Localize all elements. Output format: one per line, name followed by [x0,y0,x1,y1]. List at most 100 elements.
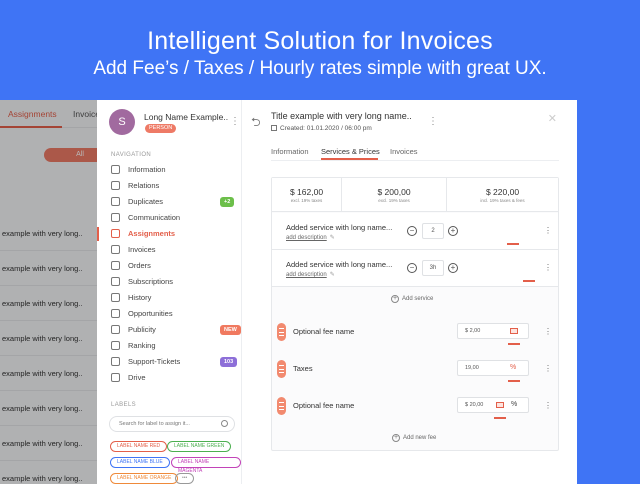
sidebar-item-duplicates[interactable]: Duplicates +2 [97,194,242,210]
modal-backdrop[interactable] [0,100,110,484]
sidebar-item-opportunities[interactable]: Opportunities [97,306,242,322]
quantity-decrease-button[interactable]: − [407,226,417,236]
sidebar-item-ranking[interactable]: Ranking [97,338,242,354]
fee-menu-icon[interactable]: ⋮ [544,327,552,336]
communication-icon [111,213,120,222]
sidebar-item-label: History [128,293,152,302]
total-net: $ 162,00 excl. 19% taxes [272,178,341,212]
contact-menu-icon[interactable]: ⋮ [230,117,240,127]
sidebar-item-orders[interactable]: Orders [97,258,242,274]
hero-banner: Intelligent Solution for Invoices Add Fe… [0,0,640,100]
sidebar-item-invoices[interactable]: Invoices [97,242,242,258]
fee-value-input[interactable]: $ 20,00% [457,397,529,413]
selected-mode-indicator [523,280,535,282]
service-menu-icon[interactable]: ⋮ [544,263,552,272]
back-arrow-icon[interactable]: ⮌ [251,113,261,134]
sidebar-item-drive[interactable]: Drive [97,370,242,386]
fee-menu-icon[interactable]: ⋮ [544,364,552,373]
sidebar-item-assignments[interactable]: Assignments [97,226,242,242]
fixed-amount-icon[interactable] [496,402,504,408]
add-description-label: add description [286,235,327,241]
sidebar-item-communication[interactable]: Communication [97,210,242,226]
service-name[interactable]: Added service with long name... [286,223,392,232]
plus-circle-icon: + [392,434,400,442]
sidebar-item-history[interactable]: History [97,290,242,306]
fee-name[interactable]: Taxes [293,364,313,373]
publicity-icon [111,325,120,334]
sidebar-item-publicity[interactable]: Publicity NEW [97,322,242,338]
add-description-label: add description [286,272,327,278]
drag-handle-icon[interactable] [277,397,286,415]
total-gross-caption: excl. 19% taxes [378,198,410,203]
sidebar-item-subscriptions[interactable]: Subscriptions [97,274,242,290]
contact-type-badge: PERSON [145,124,177,133]
drag-handle-icon[interactable] [277,323,286,341]
sidebar-item-badge: 103 [220,357,238,367]
sidebar-item-label: Support-Tickets [128,357,181,366]
sidebar-item-label: Information [128,165,166,174]
fee-name[interactable]: Optional fee name [293,401,354,410]
quantity-increase-button[interactable]: + [448,263,458,273]
quantity-input[interactable]: 3h [422,260,444,276]
add-fee-label: Add new fee [403,435,437,441]
fee-value: $ 20,00 [465,402,484,408]
label-chip[interactable]: ••• [175,473,195,484]
fee-value-input[interactable]: 19,00% [457,360,529,376]
percent-icon[interactable]: % [511,401,517,408]
sidebar-item-support-tickets[interactable]: Support-Tickets 103 [97,354,242,370]
sidebar-item-information[interactable]: Information [97,162,242,178]
title-menu-icon[interactable]: ⋮ [428,117,438,127]
label-chip[interactable]: LABEL NAME MAGENTA [171,457,241,474]
quantity-decrease-button[interactable]: − [407,263,417,273]
detail-window: S Long Name Example.. PERSON ⋮ NAVIGATIO… [97,100,577,484]
total-gross-amount: $ 200,00 [377,187,411,197]
label-chip[interactable]: LABEL NAME ORANGE [110,473,179,484]
pencil-icon: ✎ [329,235,335,241]
selected-mode-indicator [508,380,520,382]
fee-value: $ 2,00 [465,328,481,334]
sidebar-item-label: Invoices [128,245,156,254]
fee-row: Optional fee name $ 20,00% ⋮ [272,387,558,424]
label-chip[interactable]: LABEL NAME RED [110,441,168,452]
add-description-link[interactable]: add description ✎ [286,234,335,241]
selected-mode-indicator [494,417,506,419]
subscriptions-icon [111,277,120,286]
quantity-input[interactable]: 2 [422,223,444,239]
service-name[interactable]: Added service with long name... [286,260,392,269]
service-menu-icon[interactable]: ⋮ [544,226,552,235]
plus-circle-icon: + [391,295,399,303]
created-date-text: Created: 01.01.2020 / 06:00 pm [280,125,372,132]
avatar[interactable]: S [109,109,135,135]
sidebar-item-badge: NEW [220,325,241,335]
quantity-increase-button[interactable]: + [448,226,458,236]
label-search-input[interactable]: Search for label to assign it... [109,416,235,432]
percent-icon[interactable]: % [510,364,516,371]
ranking-icon [111,341,120,350]
add-description-link[interactable]: add description ✎ [286,271,335,278]
tab-services-prices[interactable]: Services & Prices [321,147,380,156]
total-with-fees-amount: $ 220,00 [485,187,520,197]
sidebar-item-relations[interactable]: Relations [97,178,242,194]
fee-menu-icon[interactable]: ⋮ [544,401,552,410]
pencil-icon: ✎ [329,272,335,278]
label-chip[interactable]: LABEL NAME GREEN [167,441,232,452]
tab-information[interactable]: Information [271,147,309,156]
total-net-caption: excl. 19% taxes [290,198,323,203]
tab-invoices[interactable]: Invoices [390,147,418,156]
services-panel: $ 162,00 excl. 19% taxes $ 200,00 excl. … [271,177,559,451]
fee-name[interactable]: Optional fee name [293,327,354,336]
label-search-placeholder: Search for label to assign it... [119,421,190,427]
sidebar-item-label: Assignments [128,229,176,238]
fee-value-input[interactable]: $ 2,00 [457,323,529,339]
labels-section-title: LABELS [111,402,137,408]
fee-value: 19,00 [465,365,479,371]
drag-handle-icon[interactable] [277,360,286,378]
service-row: Added service with long name... add descr… [272,250,558,287]
label-chip[interactable]: LABEL NAME BLUE [110,457,170,468]
close-icon[interactable]: ✕ [548,112,557,125]
total-net-amount: $ 162,00 [289,187,324,197]
invoice-icon [111,245,120,254]
add-fee-button[interactable]: + Add new fee [392,434,436,442]
fixed-amount-icon[interactable] [510,328,518,334]
add-service-button[interactable]: + Add service [391,295,433,303]
